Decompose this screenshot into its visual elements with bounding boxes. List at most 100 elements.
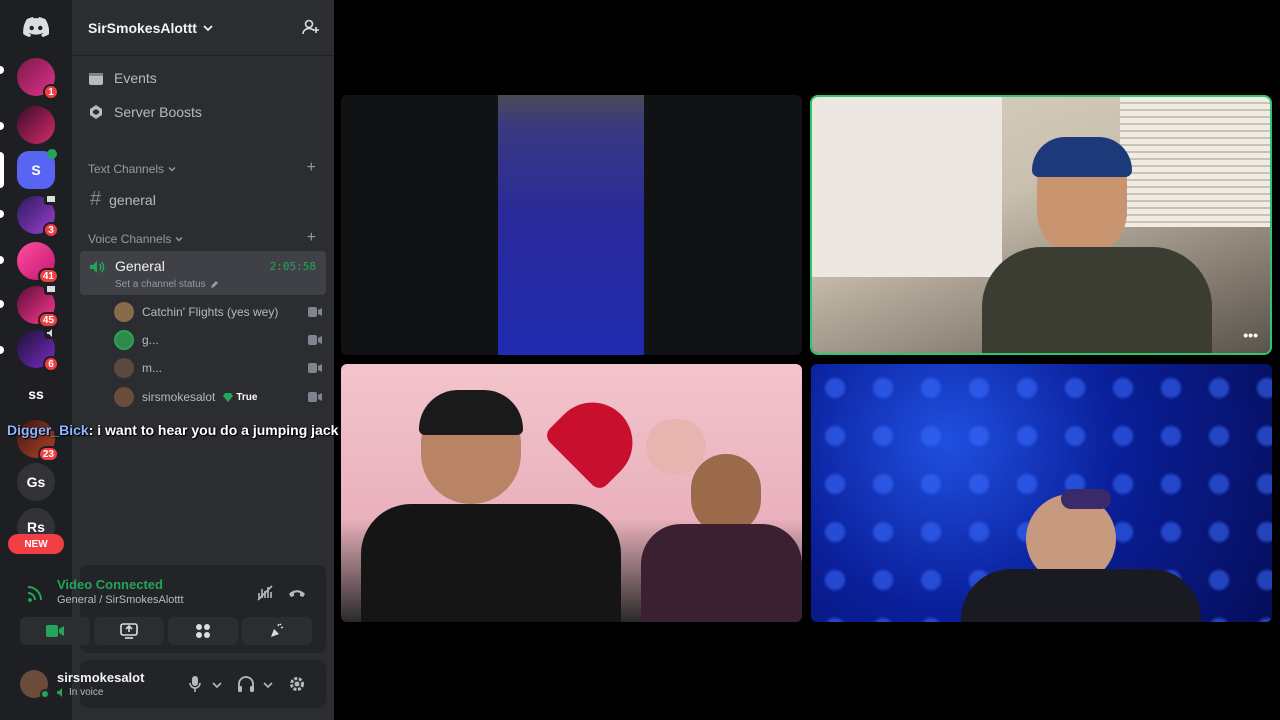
- server-icon-gs[interactable]: Gs: [17, 463, 55, 501]
- avatar: [114, 358, 134, 378]
- voice-channels-category[interactable]: Voice Channels: [88, 232, 183, 246]
- cap: [1061, 489, 1111, 509]
- server-icon-6[interactable]: 45: [17, 283, 59, 328]
- server-rail: 1 S 3 41 45 6 ss 23 Gs Rs NEW: [0, 0, 72, 720]
- voice-member[interactable]: sirsmokesalot True: [114, 385, 322, 409]
- user-tag: True: [223, 392, 257, 403]
- video-tile-4[interactable]: [811, 364, 1272, 622]
- voice-member[interactable]: g...: [114, 328, 322, 352]
- add-voice-channel-icon[interactable]: +: [307, 229, 316, 247]
- stream-chat-message: Digger_Bick: i want to hear you do a jum…: [7, 422, 338, 438]
- video-tile-1[interactable]: [341, 95, 802, 355]
- chat-username: Digger_Bick: [7, 422, 89, 438]
- chevron-down-icon: [175, 237, 183, 242]
- signal-icon[interactable]: [26, 584, 44, 602]
- voice-member[interactable]: m...: [114, 356, 322, 380]
- chevron-down-icon[interactable]: [212, 681, 222, 689]
- member-name: Catchin' Flights (yes wey): [142, 305, 279, 319]
- server-icon-2[interactable]: [17, 106, 55, 144]
- voice-channel-general[interactable]: General 2:05:58 Set a channel status: [80, 251, 326, 295]
- mention-badge: 45: [37, 312, 59, 328]
- server-icon-1[interactable]: 1: [17, 58, 59, 100]
- server-icon-4[interactable]: 3: [17, 193, 59, 238]
- activities-icon: [196, 624, 210, 638]
- voice-channel-label: General: [115, 258, 165, 274]
- chevron-down-icon: [203, 24, 213, 31]
- member-name: g...: [142, 333, 159, 347]
- shirt: [641, 524, 802, 622]
- unread-pill: [0, 122, 4, 130]
- new-unreads-pill[interactable]: NEW: [8, 534, 64, 554]
- online-status-dot: [40, 689, 50, 699]
- screen-share-icon: [120, 623, 138, 639]
- calendar-icon: [89, 73, 103, 85]
- pencil-icon: [210, 281, 218, 288]
- server-icon-7[interactable]: 6: [17, 327, 59, 372]
- events-link[interactable]: Events: [88, 70, 157, 86]
- connection-channel[interactable]: General / SirSmokesAlottt: [57, 594, 184, 606]
- voice-member[interactable]: Catchin' Flights (yes wey): [114, 300, 322, 324]
- session-timer: 2:05:58: [269, 260, 316, 273]
- add-channel-icon[interactable]: +: [307, 159, 316, 177]
- soundboard-button[interactable]: [242, 617, 312, 645]
- avatar: [114, 302, 134, 322]
- server-boosts-label: Server Boosts: [114, 104, 202, 120]
- server-icon-ss[interactable]: ss: [17, 375, 55, 413]
- server-icon-selected[interactable]: S: [17, 149, 57, 189]
- camera-icon: [308, 307, 322, 317]
- channel-general-text[interactable]: # general: [90, 188, 156, 211]
- server-initial: S: [31, 162, 41, 178]
- person-head: [691, 454, 761, 534]
- speaker-icon: [90, 261, 105, 273]
- person-silhouette: [982, 137, 1212, 353]
- discord-home-icon[interactable]: [17, 8, 55, 46]
- connection-status[interactable]: Video Connected: [57, 577, 163, 592]
- camera-icon: [308, 363, 322, 373]
- mention-badge: 41: [37, 268, 59, 284]
- camera-icon: [308, 392, 322, 402]
- hoodie: [361, 504, 621, 622]
- voice-indicator-icon: [47, 149, 57, 159]
- text-channels-category[interactable]: Text Channels: [88, 162, 176, 176]
- category-label: Text Channels: [88, 162, 165, 176]
- camera-toggle-button[interactable]: [20, 617, 90, 645]
- chevron-down-icon[interactable]: [263, 681, 273, 689]
- soundboard-icon: [271, 623, 284, 637]
- channel-label: general: [109, 191, 156, 208]
- server-icon-5[interactable]: 41: [17, 242, 59, 284]
- server-boosts-link[interactable]: Server Boosts: [88, 104, 202, 120]
- settings-gear-icon[interactable]: [288, 675, 306, 693]
- invite-user-icon[interactable]: [302, 18, 320, 36]
- share-screen-button[interactable]: [94, 617, 164, 645]
- more-options-icon[interactable]: •••: [1243, 327, 1258, 343]
- gem-icon: [223, 392, 234, 402]
- set-status-prompt[interactable]: Set a channel status: [115, 279, 219, 290]
- shirt: [961, 569, 1201, 622]
- mention-badge: 6: [43, 356, 59, 372]
- video-feed: [498, 95, 644, 355]
- screen-indicator-icon: [44, 283, 58, 295]
- camera-icon: [308, 335, 322, 345]
- chevron-down-icon: [168, 167, 176, 172]
- username[interactable]: sirsmokesalot: [57, 670, 144, 685]
- unread-pill: [0, 346, 4, 354]
- headphones-icon[interactable]: [237, 675, 255, 693]
- video-camera-icon: [46, 625, 64, 637]
- video-tile-3[interactable]: [341, 364, 802, 622]
- member-name: sirsmokesalot: [142, 390, 216, 404]
- server-header[interactable]: SirSmokesAlottt: [72, 0, 334, 56]
- unread-pill: [0, 66, 4, 74]
- speaker-indicator-icon: [44, 327, 58, 339]
- noise-suppression-icon[interactable]: [256, 584, 274, 602]
- activities-button[interactable]: [168, 617, 238, 645]
- microphone-icon[interactable]: [188, 675, 202, 693]
- events-label: Events: [114, 70, 157, 86]
- category-label: Voice Channels: [88, 232, 172, 246]
- beanie: [419, 390, 523, 435]
- hashtag-icon: #: [90, 188, 102, 210]
- server-initials: Rs: [27, 519, 45, 535]
- video-tile-2[interactable]: •••: [810, 95, 1272, 355]
- tag-label: True: [236, 391, 258, 403]
- disconnect-icon[interactable]: [288, 586, 306, 600]
- unread-pill: [0, 210, 4, 218]
